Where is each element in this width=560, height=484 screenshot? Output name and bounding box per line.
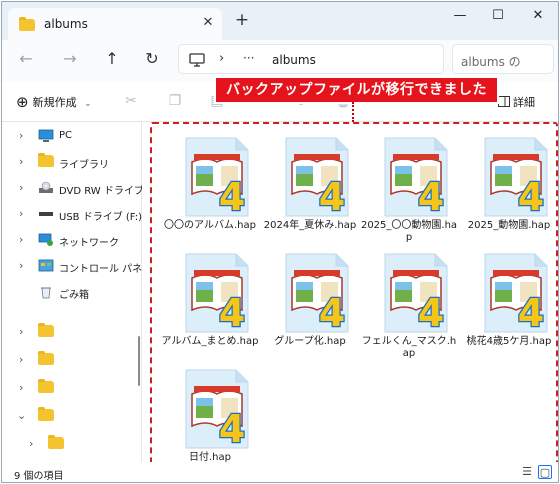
plus-icon: ⊕ xyxy=(16,93,29,111)
item-count: 9 個の項目 xyxy=(14,471,64,482)
sidebar-item-usb[interactable]: › USB ドライブ (F:) xyxy=(2,204,143,226)
chevron-right-icon[interactable]: › xyxy=(19,325,23,338)
status-bar: 9 個の項目 ☰ ▢ xyxy=(2,462,558,482)
explorer-window: albums ✕ + — ☐ ✕ ← → ↑ ↻ › ··· albums al… xyxy=(1,1,559,483)
title-bar: albums ✕ + — ☐ ✕ xyxy=(2,2,558,40)
chevron-down-icon: ⌄ xyxy=(84,99,92,109)
search-placeholder: albums の xyxy=(461,55,521,69)
sidebar-item-label: ごみ箱 xyxy=(59,290,89,301)
folder-icon xyxy=(19,17,35,31)
new-button[interactable]: ⊕ 新規作成 ⌄ xyxy=(16,93,92,111)
folder-icon xyxy=(38,407,54,423)
chevron-right-icon[interactable]: › xyxy=(19,259,23,272)
up-button[interactable]: ↑ xyxy=(102,49,122,68)
forward-button[interactable]: → xyxy=(60,49,80,68)
address-bar[interactable]: › ··· albums xyxy=(178,44,444,74)
minimize-button[interactable]: — xyxy=(450,8,470,23)
control-panel-icon xyxy=(38,259,54,272)
address-row: ← → ↑ ↻ › ··· albums albums の xyxy=(2,40,558,82)
chevron-right-icon[interactable]: › xyxy=(19,207,23,220)
cut-icon[interactable]: ✂ xyxy=(122,93,140,109)
sidebar-item-network[interactable]: › ネットワーク xyxy=(2,230,140,252)
maximize-button[interactable]: ☐ xyxy=(488,8,508,23)
details-label: 詳細 xyxy=(513,96,535,109)
sidebar-item-label: ネットワーク xyxy=(59,238,119,249)
close-tab-button[interactable]: ✕ xyxy=(200,15,216,30)
folder-icon xyxy=(48,435,64,451)
chevron-down-icon[interactable]: ⌄ xyxy=(17,409,26,422)
details-button[interactable]: 詳細 xyxy=(498,94,535,110)
search-input[interactable]: albums の xyxy=(452,44,554,74)
breadcrumb-more-button[interactable]: ··· xyxy=(243,51,254,65)
folder-icon xyxy=(38,379,54,395)
list-view-icon[interactable]: ☰ xyxy=(520,465,534,479)
pc-icon xyxy=(38,129,54,142)
sidebar-item-label: USB ドライブ (F:) xyxy=(59,212,143,223)
breadcrumb-current[interactable]: albums xyxy=(272,53,316,67)
new-tab-button[interactable]: + xyxy=(233,10,251,30)
selection-highlight xyxy=(150,122,558,466)
chevron-right-icon[interactable]: › xyxy=(19,381,23,394)
sidebar-item-control-panel[interactable]: › コントロール パネル xyxy=(2,256,152,278)
sidebar-item-library[interactable]: › ライブラリ xyxy=(2,152,140,174)
banner-leader-line xyxy=(352,102,354,122)
chevron-right-icon[interactable]: › xyxy=(19,233,23,246)
chevron-right-icon[interactable]: › xyxy=(19,353,23,366)
sidebar-item-pc[interactable]: › PC xyxy=(2,126,140,148)
sidebar-item-recycle-bin[interactable]: ごみ箱 xyxy=(2,282,140,304)
chevron-right-icon[interactable]: › xyxy=(29,437,33,450)
sidebar-item-label: PC xyxy=(59,130,73,141)
back-button[interactable]: ← xyxy=(16,49,36,68)
navigation-pane: › PC › ライブラリ › DVD RW ドライブ › USB ドライブ (F… xyxy=(2,122,152,462)
sidebar-folder-expanded[interactable]: ⌄ xyxy=(2,406,140,428)
folder-icon xyxy=(38,153,54,169)
tab-title: albums xyxy=(44,17,88,31)
details-pane-icon xyxy=(498,96,510,107)
new-button-label: 新規作成 xyxy=(32,96,77,109)
sidebar-folder[interactable]: › xyxy=(2,434,140,456)
copy-icon[interactable]: ❐ xyxy=(166,93,184,109)
chevron-right-icon[interactable]: › xyxy=(19,129,23,142)
sidebar-item-dvd[interactable]: › DVD RW ドライブ xyxy=(2,178,144,200)
network-icon xyxy=(38,233,53,246)
large-icons-view-icon[interactable]: ▢ xyxy=(538,465,552,479)
sidebar-item-label: ライブラリ xyxy=(59,160,109,171)
chevron-right-icon[interactable]: › xyxy=(19,155,23,168)
dvd-drive-icon xyxy=(39,181,53,193)
breadcrumb-separator: › xyxy=(219,51,225,66)
refresh-button[interactable]: ↻ xyxy=(142,49,162,68)
sidebar-folder[interactable]: › xyxy=(2,378,140,400)
folder-icon xyxy=(38,351,54,367)
chevron-right-icon[interactable]: › xyxy=(19,181,23,194)
usb-drive-icon xyxy=(39,212,53,216)
sidebar-item-label: DVD RW ドライブ xyxy=(59,186,144,197)
sidebar-item-label: コントロール パネル xyxy=(59,264,153,275)
monitor-icon xyxy=(189,53,205,67)
tab-albums[interactable]: albums ✕ xyxy=(8,8,222,40)
recycle-bin-icon xyxy=(41,287,51,299)
sidebar-folder[interactable]: › xyxy=(2,350,140,372)
close-window-button[interactable]: ✕ xyxy=(528,8,548,23)
sidebar-folder[interactable]: › xyxy=(2,322,140,344)
notification-banner: バックアップファイルが移行できました xyxy=(216,78,497,102)
folder-icon xyxy=(38,323,54,339)
sidebar-scrollbar[interactable] xyxy=(138,336,140,386)
